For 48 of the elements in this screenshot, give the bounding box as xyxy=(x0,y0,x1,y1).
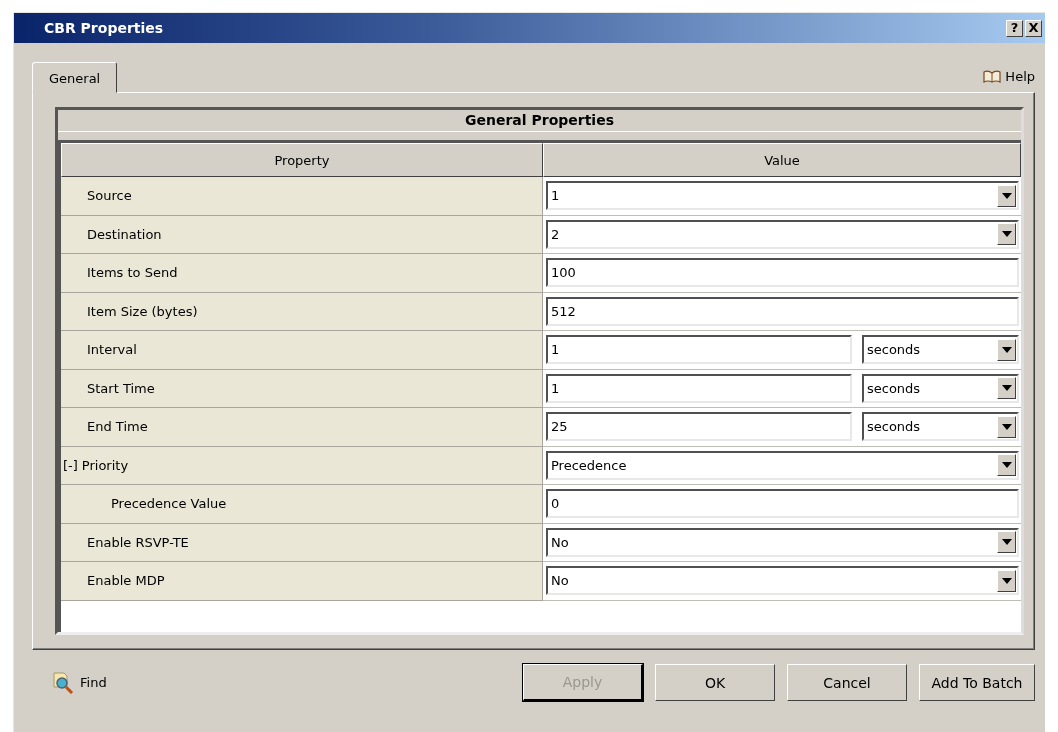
property-name: Item Size (bytes) xyxy=(87,303,198,319)
caret-icon xyxy=(1001,577,1012,584)
property-name: End Time xyxy=(87,419,148,435)
property-name: Precedence Value xyxy=(111,496,227,512)
help-button[interactable]: ? xyxy=(1006,19,1023,37)
column-header[interactable]: Value xyxy=(543,143,1021,177)
property-name: Items to Send xyxy=(87,265,178,281)
caret-icon xyxy=(1001,423,1012,430)
dropdown[interactable]: Precedence xyxy=(546,450,1019,480)
property-name: Interval xyxy=(87,342,137,358)
dropdown[interactable]: seconds xyxy=(862,335,1019,365)
property-name: Enable MDP xyxy=(87,573,165,589)
dropdown[interactable]: 1 xyxy=(546,181,1019,211)
find-button[interactable]: Find xyxy=(52,671,107,694)
property-name: Source xyxy=(87,188,132,204)
caret-icon xyxy=(1001,462,1012,469)
caret-icon xyxy=(1001,231,1012,238)
property-name: Enable RSVP-TE xyxy=(87,534,189,550)
caret-icon xyxy=(1001,539,1012,546)
window-title: CBR Properties xyxy=(44,20,164,36)
property-name: Destination xyxy=(87,226,162,242)
dialog-button[interactable]: Cancel xyxy=(787,664,907,701)
caret-icon xyxy=(1001,192,1012,199)
magnifier-icon xyxy=(52,671,74,694)
dropdown[interactable]: No xyxy=(546,527,1019,557)
help-link[interactable]: Help xyxy=(983,69,1035,92)
book-icon xyxy=(983,70,1002,83)
property-name: Priority xyxy=(81,457,129,473)
group-title: General Properties xyxy=(58,110,1021,132)
dialog-button[interactable]: Add To Batch xyxy=(919,664,1035,701)
caret-icon xyxy=(1001,385,1012,392)
input-field[interactable]: 512 xyxy=(546,296,1019,326)
input-field[interactable]: 1 xyxy=(546,335,852,365)
tab[interactable]: General xyxy=(32,62,118,93)
input-field[interactable]: 25 xyxy=(546,412,852,442)
caret-icon xyxy=(1001,346,1012,353)
column-header[interactable]: Property xyxy=(61,143,543,177)
input-field[interactable]: 1 xyxy=(546,373,852,403)
dialog-button[interactable]: OK xyxy=(655,664,775,701)
collapse-toggle[interactable]: [-] xyxy=(63,457,80,473)
close-button[interactable]: X xyxy=(1025,19,1042,37)
property-name: Start Time xyxy=(87,380,155,396)
input-field[interactable]: 100 xyxy=(546,258,1019,288)
dropdown[interactable]: seconds xyxy=(862,412,1019,442)
input-field[interactable]: 0 xyxy=(546,489,1019,519)
dropdown[interactable]: No xyxy=(546,566,1019,596)
dropdown[interactable]: 2 xyxy=(546,219,1019,249)
dropdown[interactable]: seconds xyxy=(862,373,1019,403)
